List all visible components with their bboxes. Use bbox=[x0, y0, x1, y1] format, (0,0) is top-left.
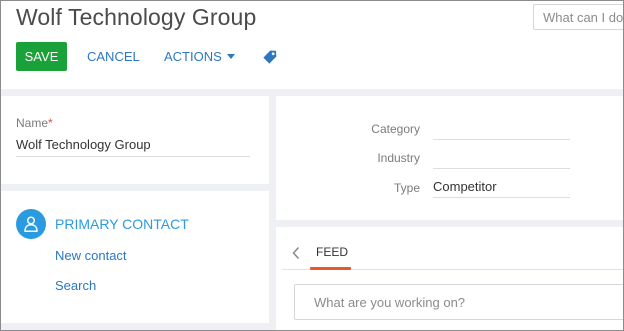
primary-contact-title: PRIMARY CONTACT bbox=[55, 216, 189, 232]
page-header: Wolf Technology Group What can I do for … bbox=[1, 1, 624, 89]
command-search-input[interactable]: What can I do for you? bbox=[533, 4, 624, 30]
type-label: Type bbox=[393, 181, 420, 195]
new-contact-link[interactable]: New contact bbox=[55, 248, 127, 263]
industry-field-underline bbox=[433, 168, 570, 169]
name-panel: Name* Wolf Technology Group bbox=[1, 96, 269, 184]
actions-button[interactable]: ACTIONS bbox=[164, 42, 235, 71]
name-label-text: Name bbox=[16, 116, 49, 130]
cancel-button[interactable]: CANCEL bbox=[87, 42, 140, 71]
name-label: Name* bbox=[16, 116, 53, 130]
required-marker: * bbox=[48, 116, 53, 130]
category-field-underline bbox=[433, 139, 570, 140]
page-title: Wolf Technology Group bbox=[16, 4, 257, 30]
active-tab-indicator bbox=[310, 267, 351, 270]
search-contact-link[interactable]: Search bbox=[55, 278, 96, 293]
person-icon bbox=[16, 209, 46, 239]
feed-panel: FEED What are you working on? bbox=[276, 227, 624, 331]
primary-contact-panel: PRIMARY CONTACT New contact Search bbox=[1, 191, 269, 323]
save-button[interactable]: SAVE bbox=[16, 42, 67, 71]
type-field[interactable]: Competitor bbox=[433, 179, 497, 194]
type-field-underline bbox=[433, 197, 570, 198]
feed-post-input[interactable]: What are you working on? bbox=[294, 284, 624, 320]
details-panel: Category Industry Type Competitor bbox=[276, 96, 623, 220]
chevron-left-icon[interactable] bbox=[291, 246, 301, 260]
tab-feed[interactable]: FEED bbox=[316, 245, 348, 259]
name-field-underline bbox=[16, 156, 250, 157]
industry-label: Industry bbox=[377, 151, 420, 165]
category-label: Category bbox=[371, 122, 420, 136]
name-field[interactable]: Wolf Technology Group bbox=[16, 137, 151, 152]
actions-button-label: ACTIONS bbox=[164, 49, 222, 64]
tag-icon[interactable] bbox=[263, 50, 277, 64]
caret-down-icon bbox=[226, 54, 235, 59]
